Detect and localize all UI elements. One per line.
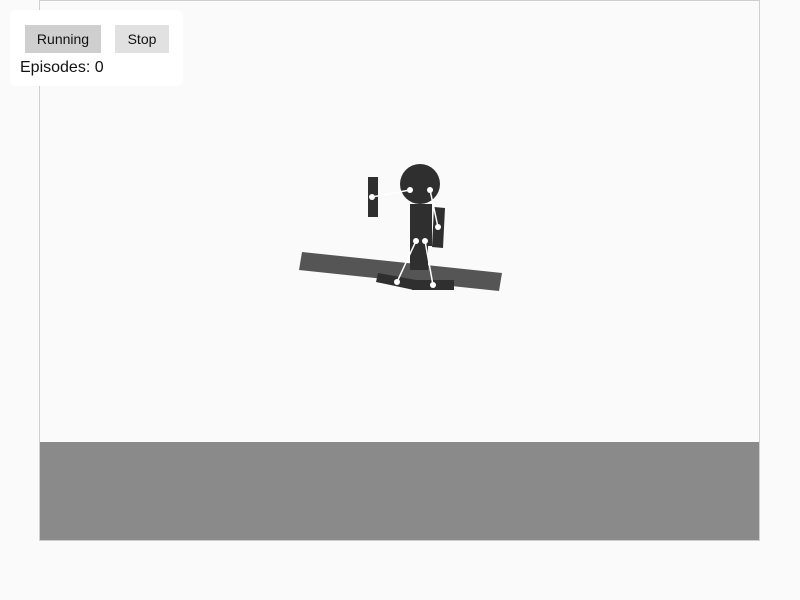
ragdoll-joint-left-shoulder (407, 187, 413, 193)
ragdoll-joint-left-hand (369, 194, 375, 200)
episodes-counter: Episodes: 0 (20, 59, 104, 77)
ragdoll-joint-left-ankle (394, 279, 400, 285)
ragdoll-joint-right-shoulder (427, 187, 433, 193)
ragdoll-joint-right-ankle (430, 282, 436, 288)
stop-button[interactable]: Stop (115, 25, 169, 53)
ragdoll-joint-left-hip (413, 238, 419, 244)
episodes-label: Episodes: (20, 59, 91, 76)
controls-panel: Running Stop Episodes: 0 (10, 10, 183, 86)
ragdoll-head (400, 164, 440, 204)
episodes-count: 0 (94, 59, 104, 76)
running-button[interactable]: Running (25, 25, 101, 53)
ragdoll-joint-right-elbow (435, 224, 441, 230)
ragdoll-joint-right-hip (422, 238, 428, 244)
ground (40, 442, 759, 540)
